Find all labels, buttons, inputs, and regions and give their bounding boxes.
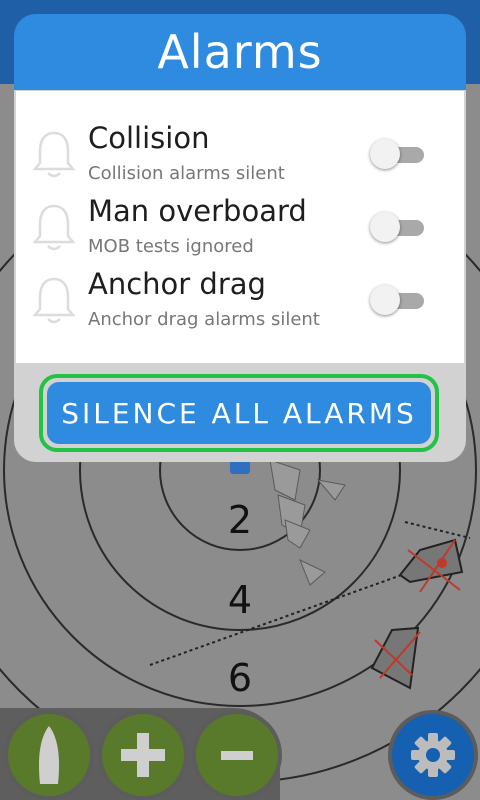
boat-icon: [38, 726, 60, 784]
dialog-header: Alarms: [14, 14, 466, 90]
bell-icon: [32, 131, 76, 178]
range-label-2: 2: [227, 498, 253, 542]
alarm-subtitle: MOB tests ignored: [88, 236, 254, 257]
radar-clutter: [269, 459, 346, 586]
zoom-in-icon: [121, 733, 165, 777]
collision-toggle[interactable]: [370, 137, 426, 169]
zoom-out-button[interactable]: [192, 710, 282, 800]
zoom-out-icon: [221, 751, 253, 760]
alarm-row-man-overboard[interactable]: Man overboard MOB tests ignored: [16, 192, 464, 264]
settings-button[interactable]: [388, 710, 478, 800]
bell-icon: [32, 277, 76, 324]
toggle-knob: [370, 212, 400, 242]
alarm-subtitle: Anchor drag alarms silent: [88, 309, 320, 330]
alarm-list: Collision Collision alarms silent Man ov…: [16, 91, 464, 363]
man-overboard-toggle[interactable]: [370, 210, 426, 242]
toggle-knob: [370, 139, 400, 169]
alarm-title: Man overboard: [88, 194, 307, 228]
alarm-row-anchor-drag[interactable]: Anchor drag Anchor drag alarms silent: [16, 265, 464, 337]
silence-button-face: SILENCE ALL ALARMS: [47, 382, 431, 444]
range-label-4: 4: [227, 578, 253, 622]
bell-icon: [32, 204, 76, 251]
silence-button-label: SILENCE ALL ALARMS: [61, 396, 417, 430]
boat-center-button[interactable]: [4, 710, 94, 800]
silence-all-alarms-button[interactable]: SILENCE ALL ALARMS: [39, 374, 439, 452]
settings-gear-icon: [411, 733, 455, 777]
target-vessel-1: [398, 538, 464, 593]
alarm-row-collision[interactable]: Collision Collision alarms silent: [16, 119, 464, 191]
alarm-title: Anchor drag: [88, 267, 266, 301]
alarm-title: Collision: [88, 121, 210, 155]
zoom-in-button[interactable]: [98, 710, 188, 800]
alarm-subtitle: Collision alarms silent: [88, 163, 285, 184]
toggle-knob: [370, 285, 400, 315]
dialog-title: Alarms: [157, 25, 323, 79]
anchor-drag-toggle[interactable]: [370, 283, 426, 315]
target-vessel-2: [370, 626, 421, 690]
course-lines: [149, 521, 471, 666]
range-label-6: 6: [227, 656, 253, 700]
